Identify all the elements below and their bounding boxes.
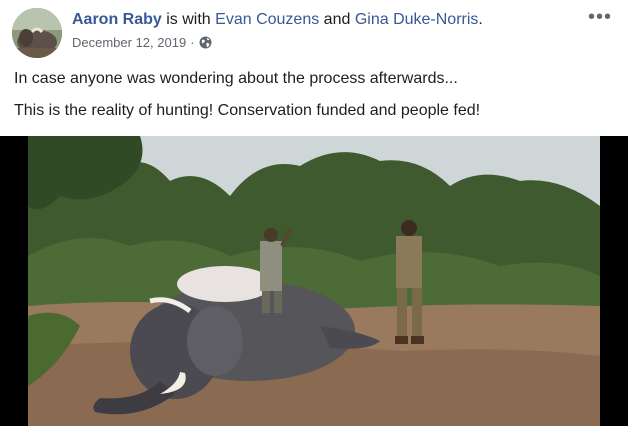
author-line: Aaron Raby is with Evan Couzens and Gina… bbox=[72, 11, 483, 29]
post-text-line: This is the reality of hunting! Conserva… bbox=[14, 102, 481, 119]
avatar[interactable] bbox=[12, 8, 62, 58]
with-text: is with bbox=[166, 11, 211, 28]
tagged-person-link[interactable]: Evan Couzens bbox=[215, 11, 319, 28]
author-name-link[interactable]: Aaron Raby bbox=[72, 11, 162, 28]
post-text: In case anyone was wondering about the p… bbox=[14, 68, 614, 132]
post-text-line: In case anyone was wondering about the p… bbox=[14, 70, 458, 87]
separator-dot: · bbox=[190, 35, 195, 50]
post-date-link[interactable]: December 12, 2019 bbox=[72, 35, 186, 50]
period-text: . bbox=[478, 11, 483, 28]
photo-image bbox=[0, 136, 628, 426]
post-video-frame[interactable] bbox=[0, 136, 628, 426]
tagged-person-link[interactable]: Gina Duke-Norris bbox=[355, 11, 479, 28]
more-options-icon[interactable]: ••• bbox=[588, 7, 612, 27]
facebook-post: Aaron Raby is with Evan Couzens and Gina… bbox=[0, 0, 628, 426]
and-text: and bbox=[323, 11, 351, 28]
post-header: Aaron Raby is with Evan Couzens and Gina… bbox=[12, 7, 616, 60]
post-subline: December 12, 2019 · bbox=[72, 35, 483, 50]
avatar-image bbox=[12, 8, 62, 58]
globe-icon[interactable] bbox=[199, 36, 212, 49]
post-meta: Aaron Raby is with Evan Couzens and Gina… bbox=[72, 11, 483, 50]
